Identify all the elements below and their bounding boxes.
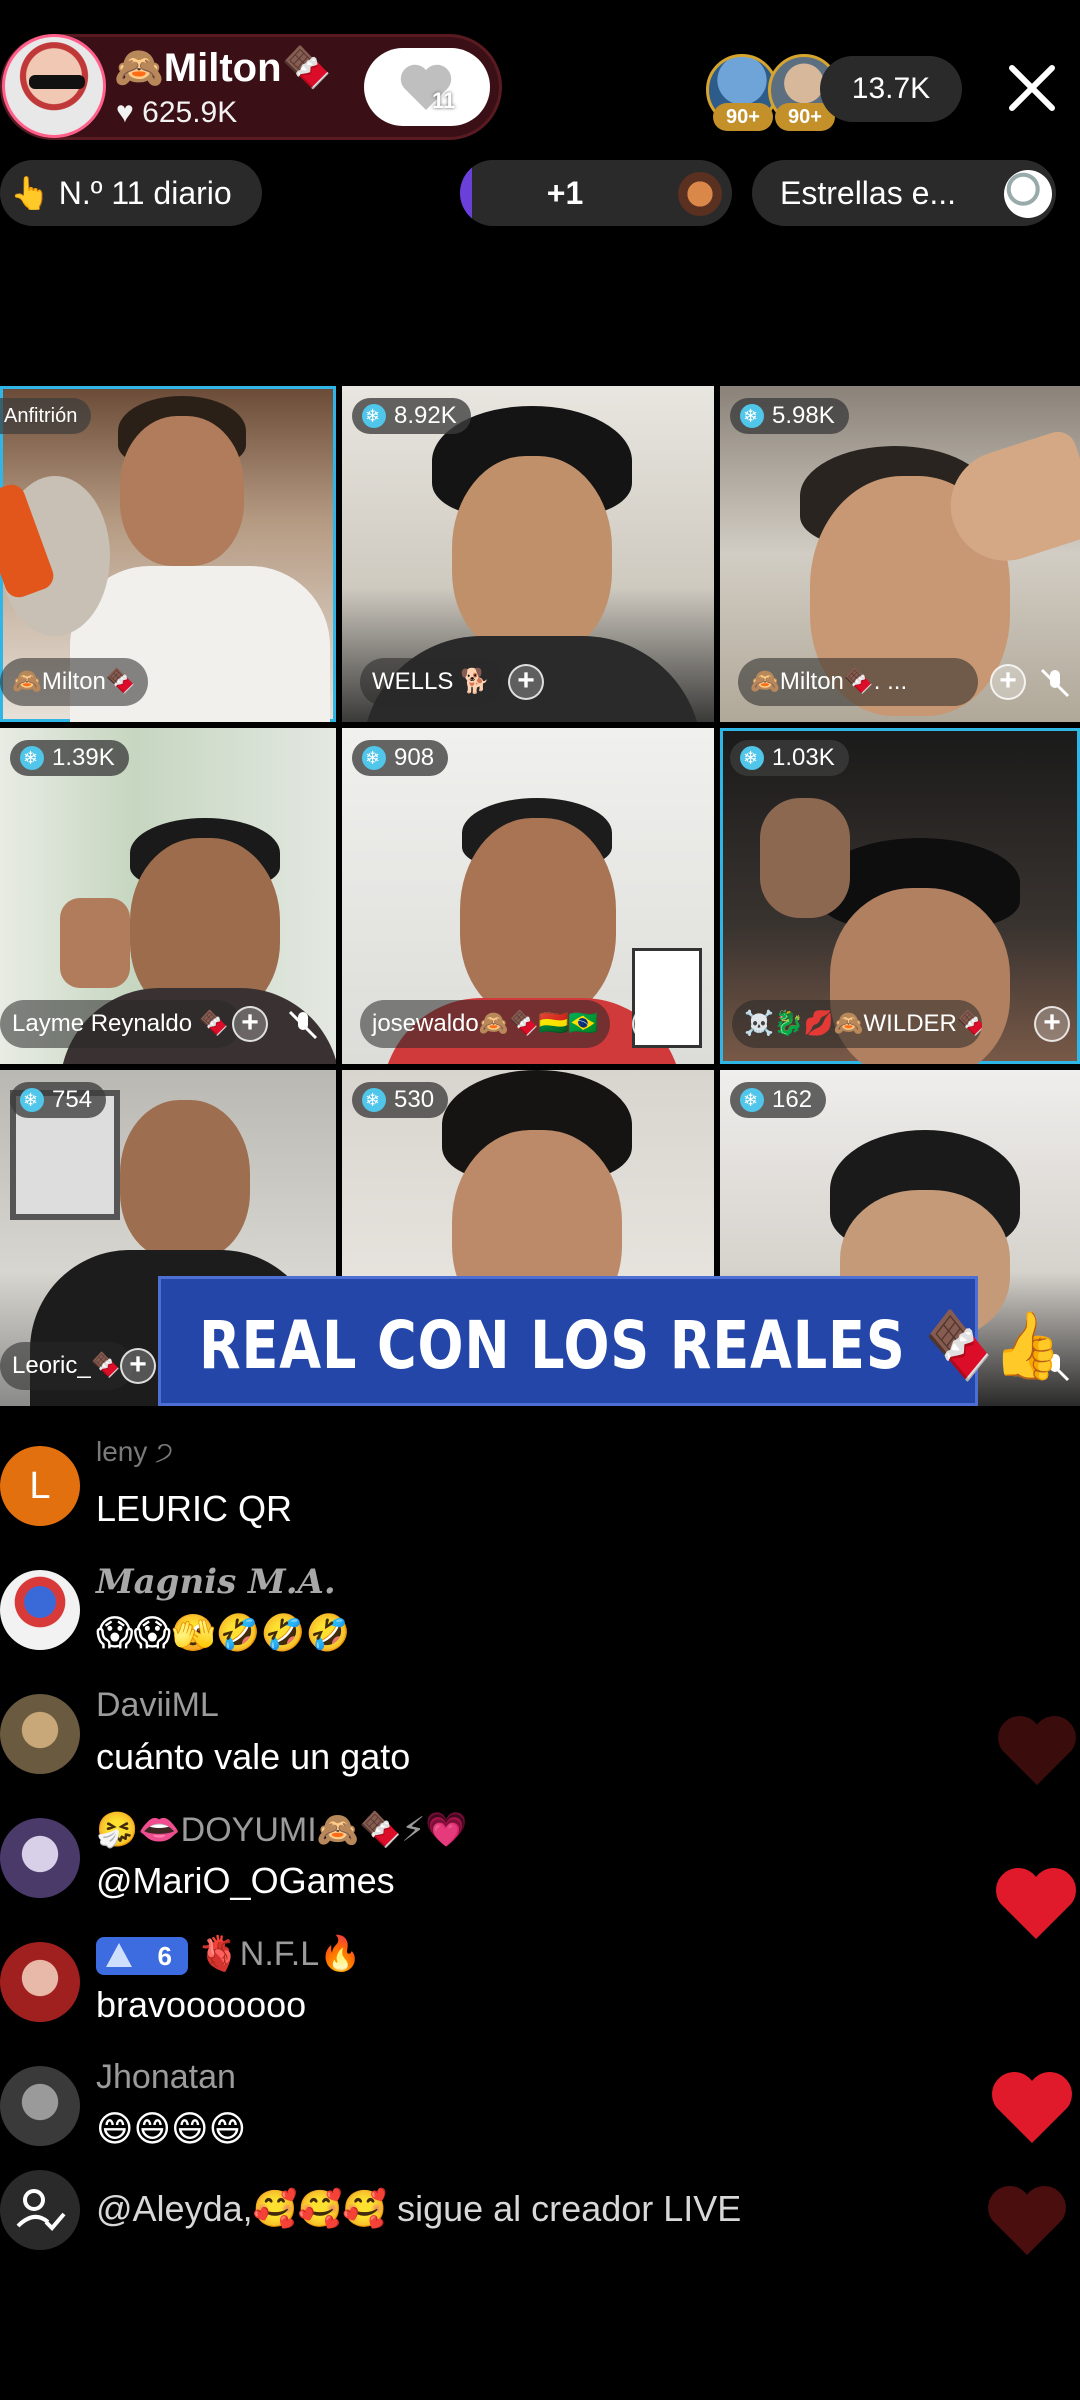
gem-icon [740, 1082, 764, 1118]
gem-icon [20, 1082, 44, 1118]
follow-notice-message: @Aleyda,🥰🥰🥰 sigue al creador LIVE [96, 2188, 742, 2229]
comment-username[interactable]: Magnis M.A. [96, 1562, 336, 1602]
video-content [452, 456, 612, 656]
heart-icon [998, 1716, 1076, 1786]
gift-plus-pill[interactable]: +1 [460, 160, 732, 226]
commenter-avatar[interactable] [0, 1818, 80, 1898]
user-check-icon [16, 2189, 66, 2231]
mic-muted-icon [288, 1010, 318, 1040]
gifter-avatar [678, 172, 722, 216]
daily-rank-pill[interactable]: 👆 N.º 11 diario [0, 160, 262, 226]
follow-guest-button[interactable]: + [120, 1348, 156, 1384]
glasses-decoration [29, 75, 85, 89]
gem-icon [740, 398, 764, 434]
comment-username[interactable]: DaviiML [96, 1686, 219, 1725]
guest-name: Layme Reynaldo 🍫 [0, 1000, 241, 1048]
host-tag: Anfitrión [0, 398, 92, 434]
heart-icon [988, 2186, 1066, 2256]
plus-label: +1 [546, 175, 584, 211]
video-content [760, 798, 850, 918]
score-badge: 1.39K [10, 740, 129, 776]
gem-icon [740, 740, 764, 776]
comment-message: bravooooooo [96, 1984, 307, 2025]
host-name[interactable]: 🙈Milton🍫 [114, 44, 331, 91]
viewer-level-badge: 90+ [713, 103, 773, 131]
commenter-avatar[interactable] [0, 2066, 80, 2146]
comment-message: LEURIC QR [96, 1488, 293, 1529]
viewer-count[interactable]: 13.7K [820, 56, 962, 122]
soccer-ball-icon [1004, 170, 1052, 218]
follow-guest-button[interactable]: + [508, 664, 544, 700]
commenter-avatar[interactable] [0, 1694, 80, 1774]
gem-icon [20, 740, 44, 776]
comment-username[interactable]: Jhonatan [96, 2058, 236, 2097]
video-content [120, 1100, 250, 1260]
guest-tile[interactable]: 5.98K 🙈Milton🍫. ... + [720, 386, 1080, 722]
guest-name: WELLS 🐕 [360, 658, 502, 706]
score-badge: 754 [10, 1082, 107, 1118]
comment-message: 😄😄😄😄 [96, 2108, 247, 2149]
level-badge: 6 [96, 1937, 188, 1976]
guest-tile[interactable]: 1.03K ☠️🐉💋🙈WILDER🍫... + [720, 728, 1080, 1064]
follow-guest-button[interactable]: + [632, 1006, 668, 1042]
commenter-avatar[interactable] [0, 1942, 80, 2022]
commenter-avatar[interactable] [0, 1570, 80, 1650]
score-badge: 530 [352, 1082, 449, 1118]
score-badge: 908 [352, 740, 449, 776]
comment-message: @MariO_OGames [96, 1860, 395, 1901]
heart-icon [992, 2072, 1072, 2144]
gem-icon [362, 398, 386, 434]
score-badge: 8.92K [352, 398, 471, 434]
guest-tile[interactable]: 908 josewaldo🙈🍫🇧🇴🇧🇷 + [342, 728, 714, 1064]
heart-icon [996, 1868, 1076, 1940]
comment-username[interactable]: 6 🫀N.F.L🔥 [96, 1934, 362, 1976]
guest-name: 🙈Milton🍫. ... [738, 658, 978, 706]
guest-name: 🙈Milton🍫 [0, 658, 148, 706]
gem-icon [362, 740, 386, 776]
close-icon[interactable] [1004, 60, 1060, 116]
banner-text: REAL CON LOS REALES 🍫👍 [199, 1307, 1062, 1384]
follow-button[interactable]: 11 [364, 48, 490, 126]
follow-guest-button[interactable]: + [990, 664, 1026, 700]
guest-name: Leoric_🍫 [0, 1342, 133, 1390]
comment-message: cuánto vale un gato [96, 1736, 411, 1777]
guest-name: josewaldo🙈🍫🇧🇴🇧🇷 [360, 1000, 610, 1048]
live-title-banner: REAL CON LOS REALES 🍫👍 [158, 1276, 1061, 1406]
video-content [60, 898, 130, 988]
comment-message: 😱😱🫣🤣🤣🤣 [96, 1612, 351, 1653]
stars-label: Estrellas e... [780, 175, 957, 211]
stars-pill[interactable]: Estrellas e... [752, 160, 1056, 226]
guest-tile-host[interactable]: Anfitrión 🙈Milton🍫 [0, 386, 336, 722]
commenter-avatar[interactable]: L [0, 1446, 80, 1526]
host-avatar[interactable] [2, 34, 106, 138]
video-content [460, 818, 616, 1018]
follow-count: 11 [432, 88, 456, 113]
username-text: 🫀N.F.L🔥 [197, 1935, 362, 1973]
follow-guest-button[interactable]: + [232, 1006, 268, 1042]
follow-guest-button[interactable]: + [1034, 1006, 1070, 1042]
video-content [120, 416, 244, 566]
comment-username[interactable]: leny ੭ [96, 1436, 173, 1469]
guest-tile[interactable]: 8.92K WELLS 🐕 + [342, 386, 714, 722]
gem-icon [362, 1082, 386, 1118]
guest-tile[interactable]: 1.39K Layme Reynaldo 🍫 + [0, 728, 336, 1064]
comment-username[interactable]: 🤧👄DOYUMI🙈🍫⚡💗 [96, 1810, 468, 1850]
guest-name: ☠️🐉💋🙈WILDER🍫... [732, 1000, 982, 1048]
follow-notice-avatar [0, 2170, 80, 2250]
score-badge: 5.98K [730, 398, 849, 434]
host-likes-count: ♥ 625.9K [116, 96, 238, 129]
score-badge: 162 [730, 1082, 827, 1118]
mic-muted-icon [1040, 668, 1070, 698]
score-badge: 1.03K [730, 740, 849, 776]
